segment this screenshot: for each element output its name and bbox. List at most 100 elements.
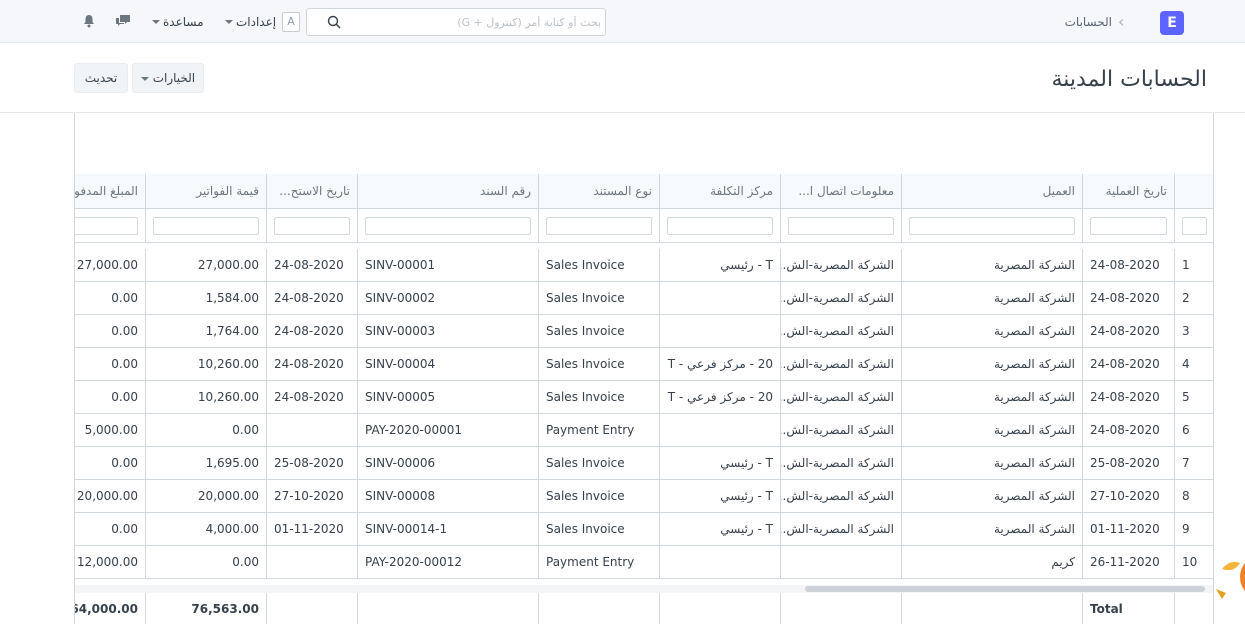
column-header-voucher-type[interactable]: نوع المستند xyxy=(539,174,660,209)
report-table: تاريخ العملية العميل معلومات اتصال ا... مرك… xyxy=(74,113,1214,624)
table-cell-cost-center xyxy=(660,546,781,579)
search-icon xyxy=(327,15,341,29)
total-cell-voucher-no xyxy=(358,593,539,624)
column-header-voucher-no[interactable]: رقم السند xyxy=(358,174,539,209)
table-cell-voucher-no[interactable]: SINV-00006 xyxy=(358,447,539,480)
table-cell-due-date: 24-08-2020 xyxy=(267,315,358,348)
column-header-customer[interactable]: العميل xyxy=(902,174,1083,209)
table-cell-due-date: 27-10-2020 xyxy=(267,480,358,513)
help-menu[interactable]: مساعدة xyxy=(163,15,204,29)
page-head: الحسابات المدينة الخيارات تحديث xyxy=(0,43,1245,113)
column-header-row-index[interactable] xyxy=(1175,174,1213,209)
table-cell-voucher-type: Sales Invoice xyxy=(539,480,660,513)
table-cell-voucher-no[interactable]: SINV-00003 xyxy=(358,315,539,348)
refresh-button[interactable]: تحديث xyxy=(74,63,128,93)
filter-cell-due-date xyxy=(267,209,358,243)
filter-input-invoiced-amount[interactable] xyxy=(153,217,259,235)
filter-input-cost-center[interactable] xyxy=(667,217,773,235)
table-cell-voucher-type: Sales Invoice xyxy=(539,315,660,348)
table-cell-row-index: 6 xyxy=(1175,414,1213,447)
filter-input-voucher-type[interactable] xyxy=(546,217,652,235)
table-cell-row-index: 2 xyxy=(1175,282,1213,315)
options-button[interactable]: الخيارات xyxy=(132,63,204,93)
table-cell-invoiced-amount: 1,695.00 xyxy=(146,447,267,480)
bell-icon[interactable] xyxy=(83,14,95,28)
table-cell-customer: الشركة المصرية xyxy=(902,282,1083,315)
filter-cell-invoiced-amount xyxy=(146,209,267,243)
column-header-due-date[interactable]: تاريخ الاستح... xyxy=(267,174,358,209)
table-cell-customer: الشركة المصرية xyxy=(902,513,1083,546)
table-cell-paid-amount: 0.00 xyxy=(75,315,146,348)
table-cell-posting-date: 24-08-2020 xyxy=(1083,282,1175,315)
filter-input-posting-date[interactable] xyxy=(1090,217,1167,235)
options-label: الخيارات xyxy=(152,71,196,85)
table-cell-voucher-no[interactable]: SINV-00005 xyxy=(358,381,539,414)
filter-input-paid-amount[interactable] xyxy=(75,217,138,235)
table-cell-customer: الشركة المصرية xyxy=(902,447,1083,480)
search-box[interactable] xyxy=(306,8,606,36)
table-cell-voucher-type: Sales Invoice xyxy=(539,513,660,546)
table-cell-row-index: 3 xyxy=(1175,315,1213,348)
table-cell-due-date: 24-08-2020 xyxy=(267,282,358,315)
filter-cell-cost-center xyxy=(660,209,781,243)
table-cell-invoiced-amount: 0.00 xyxy=(146,546,267,579)
breadcrumb-accounts[interactable]: الحسابات xyxy=(1040,15,1112,29)
table-cell-paid-amount: 0.00 xyxy=(75,348,146,381)
table-cell-due-date: 01-11-2020 xyxy=(267,513,358,546)
settings-menu[interactable]: إعدادات xyxy=(236,15,276,29)
table-cell-invoiced-amount: 0.00 xyxy=(146,414,267,447)
page-title: الحسابات المدينة xyxy=(1051,67,1207,92)
table-cell-customer: الشركة المصرية xyxy=(902,249,1083,282)
scrollbar-thumb[interactable] xyxy=(805,586,1205,592)
column-header-invoiced-amount[interactable]: قيمة الفواتير xyxy=(146,174,267,209)
column-header-contact-info[interactable]: معلومات اتصال ا... xyxy=(781,174,902,209)
table-cell-cost-center xyxy=(660,315,781,348)
table-cell-posting-date: 24-08-2020 xyxy=(1083,348,1175,381)
filter-input-voucher-no[interactable] xyxy=(365,217,531,235)
column-header-paid-amount[interactable]: المبلغ المدفوع xyxy=(75,174,146,209)
table-cell-contact-info: الشركة المصرية-الش... xyxy=(781,513,902,546)
table-cell-voucher-no[interactable]: SINV-00008 xyxy=(358,480,539,513)
table-cell-contact-info: الشركة المصرية-الش... xyxy=(781,315,902,348)
table-cell-posting-date: 24-08-2020 xyxy=(1083,414,1175,447)
table-cell-contact-info: الشركة المصرية-الش... xyxy=(781,414,902,447)
search-input[interactable] xyxy=(343,12,601,32)
chat-widget-icon[interactable] xyxy=(1200,525,1245,624)
filter-input-row-index[interactable] xyxy=(1182,217,1207,235)
chevron-down-icon xyxy=(225,20,233,24)
table-cell-voucher-no[interactable]: PAY-2020-00001 xyxy=(358,414,539,447)
table-cell-paid-amount: 0.00 xyxy=(75,513,146,546)
total-cell-cost-center xyxy=(660,593,781,624)
filter-input-customer[interactable] xyxy=(909,217,1075,235)
column-header-cost-center[interactable]: مركز التكلفة xyxy=(660,174,781,209)
table-cell-invoiced-amount: 1,764.00 xyxy=(146,315,267,348)
table-cell-customer: الشركة المصرية xyxy=(902,480,1083,513)
table-cell-voucher-type: Payment Entry xyxy=(539,546,660,579)
chevron-down-icon xyxy=(140,76,149,81)
total-cell-voucher-type xyxy=(539,593,660,624)
table-cell-voucher-no[interactable]: SINV-00004 xyxy=(358,348,539,381)
table-cell-paid-amount: 5,000.00 xyxy=(75,414,146,447)
table-cell-voucher-no[interactable]: PAY-2020-00012 xyxy=(358,546,539,579)
table-cell-voucher-type: Sales Invoice xyxy=(539,348,660,381)
table-cell-invoiced-amount: 20,000.00 xyxy=(146,480,267,513)
table-cell-cost-center: T - رئيسي xyxy=(660,249,781,282)
app-logo[interactable]: E xyxy=(1160,11,1184,35)
table-cell-voucher-no[interactable]: SINV-00014-1 xyxy=(358,513,539,546)
user-avatar[interactable]: A xyxy=(282,12,300,32)
table-cell-voucher-no[interactable]: SINV-00002 xyxy=(358,282,539,315)
table-cell-paid-amount: 0.00 xyxy=(75,447,146,480)
table-cell-voucher-no[interactable]: SINV-00001 xyxy=(358,249,539,282)
filter-input-due-date[interactable] xyxy=(274,217,350,235)
table-cell-paid-amount: 20,000.00 xyxy=(75,480,146,513)
chat-icon[interactable] xyxy=(115,14,131,28)
table-cell-due-date xyxy=(267,546,358,579)
table-cell-invoiced-amount: 10,260.00 xyxy=(146,348,267,381)
table-cell-invoiced-amount: 27,000.00 xyxy=(146,249,267,282)
table-cell-customer: الشركة المصرية xyxy=(902,348,1083,381)
table-cell-due-date: 25-08-2020 xyxy=(267,447,358,480)
table-cell-posting-date: 24-08-2020 xyxy=(1083,249,1175,282)
filter-cell-paid-amount xyxy=(75,209,146,243)
column-header-posting-date[interactable]: تاريخ العملية xyxy=(1083,174,1175,209)
filter-input-contact-info[interactable] xyxy=(788,217,894,235)
